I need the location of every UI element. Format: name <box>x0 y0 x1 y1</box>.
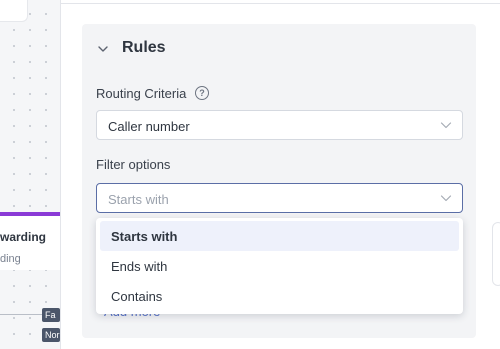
filter-options-placeholder: Starts with <box>108 192 169 207</box>
filter-options-label: Filter options <box>96 157 171 172</box>
node-title: warding <box>0 230 47 244</box>
option-contains[interactable]: Contains <box>100 281 459 311</box>
option-label: Contains <box>111 289 163 304</box>
filter-options-menu: Starts with Ends with Contains <box>96 218 463 314</box>
flow-node[interactable]: warding ding <box>0 212 60 270</box>
flow-canvas[interactable]: warding ding Fa Nor <box>0 0 60 349</box>
routing-criteria-select[interactable]: Caller number <box>96 110 463 140</box>
option-label: Starts with <box>111 229 178 244</box>
routing-criteria-value: Caller number <box>108 119 190 134</box>
option-label: Ends with <box>111 259 168 274</box>
filter-options-select[interactable]: Starts with <box>96 183 463 213</box>
path-tag[interactable]: Nor <box>42 328 60 342</box>
chevron-down-icon[interactable] <box>96 42 110 56</box>
side-handle[interactable] <box>492 222 500 286</box>
panel-header-divider <box>61 0 500 4</box>
option-starts-with[interactable]: Starts with <box>100 221 459 251</box>
node-subtitle: ding <box>0 253 21 265</box>
routing-criteria-label: Routing Criteria <box>96 86 187 101</box>
option-ends-with[interactable]: Ends with <box>100 251 459 281</box>
help-icon[interactable]: ? <box>195 86 209 100</box>
connector-line <box>0 314 44 315</box>
chevron-down-icon <box>440 122 452 129</box>
chevron-down-icon <box>440 195 452 202</box>
canvas-toolbar <box>0 0 28 22</box>
section-title[interactable]: Rules <box>122 39 166 57</box>
path-tag[interactable]: Fa <box>42 308 60 322</box>
